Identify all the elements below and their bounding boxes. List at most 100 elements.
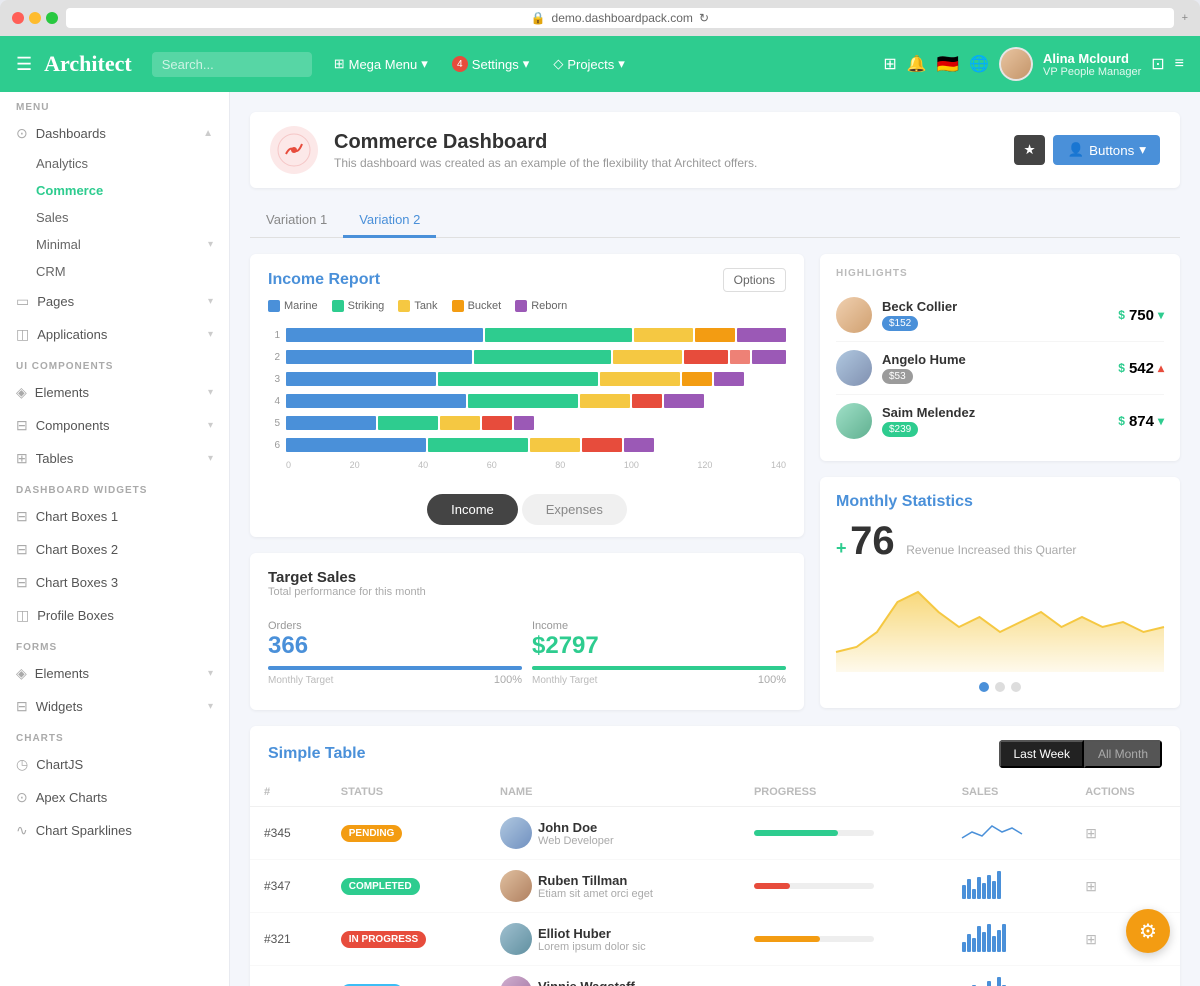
row-id: #347 <box>250 860 327 913</box>
bar-seg-striking <box>485 328 633 342</box>
bell-icon[interactable]: 🔔 <box>907 54 927 74</box>
sidebar-item-crm[interactable]: CRM <box>28 258 229 285</box>
action-grid-icon[interactable]: ⊞ <box>1085 931 1097 947</box>
sidebar-item-components[interactable]: ⊟ Components ▾ <box>0 409 229 442</box>
marine-label: Marine <box>284 300 318 312</box>
search-input[interactable] <box>152 52 312 77</box>
gear-fab[interactable]: ⚙ <box>1126 909 1170 953</box>
beck-avatar <box>836 297 872 333</box>
tab-variation1[interactable]: Variation 1 <box>250 204 343 238</box>
tank-dot <box>398 300 410 312</box>
carousel-dot-1[interactable] <box>979 682 989 692</box>
charts-label: CHARTS <box>0 723 229 748</box>
filter-all-month[interactable]: All Month <box>1084 740 1162 768</box>
table-filter-group: Last Week All Month <box>999 740 1162 768</box>
sidebar-item-sales[interactable]: Sales <box>28 204 229 231</box>
user-menu-icon[interactable]: ⊡ <box>1151 54 1164 74</box>
sidebar-item-forms-elements[interactable]: ◈ Elements ▾ <box>0 657 229 690</box>
carousel-dot-3[interactable] <box>1011 682 1021 692</box>
row-sub: Etiam sit amet orci eget <box>538 888 653 900</box>
legend-tank: Tank <box>398 300 437 312</box>
bar-row-4: 4 <box>268 394 786 408</box>
page-header-actions: ★ 👤 Buttons ▾ <box>1014 135 1160 165</box>
sidebar-item-pages[interactable]: ▭ Pages ▾ <box>0 285 229 318</box>
globe-icon[interactable]: 🌐 <box>969 54 989 74</box>
megamenu-btn[interactable]: ⊞ Mega Menu ▾ <box>324 51 438 77</box>
sidebar-item-dashboards[interactable]: ⊙ Dashboards ▲ <box>0 117 229 150</box>
top-nav: ☰ Architect ⊞ Mega Menu ▾ 4 Settings ▾ ◇… <box>0 36 1200 92</box>
sidebar-item-chart-boxes-3[interactable]: ⊟ Chart Boxes 3 <box>0 566 229 599</box>
target-metrics: Orders 366 Monthly Target 100% <box>268 612 786 694</box>
chartjs-icon: ◷ <box>16 756 28 773</box>
buttons-dropdown[interactable]: 👤 Buttons ▾ <box>1053 135 1160 165</box>
monthly-stats-card: Monthly Statistics + 76 Revenue Increase… <box>820 477 1180 708</box>
progress-bar <box>754 936 874 942</box>
tab-variation2[interactable]: Variation 2 <box>343 204 436 238</box>
col-actions: Actions <box>1071 778 1180 807</box>
row-sub: Lorem ipsum dolor sic <box>538 941 646 953</box>
settings-btn[interactable]: 4 Settings ▾ <box>442 51 540 77</box>
more-icon[interactable]: ≡ <box>1175 55 1184 73</box>
forms-widgets-icon: ⊟ <box>16 698 28 715</box>
chevron-icon: ▾ <box>208 296 213 307</box>
sidebar-item-chart-sparklines[interactable]: ∿ Chart Sparklines <box>0 814 229 847</box>
nav-items: ⊞ Mega Menu ▾ 4 Settings ▾ ◇ Projects ▾ <box>324 51 635 77</box>
chevron-down-icon: ▾ <box>1139 142 1146 158</box>
table-row: #347 COMPLETED Ruben Tillman Etiam sit a… <box>250 860 1180 913</box>
sidebar-item-profile-boxes[interactable]: ◫ Profile Boxes <box>0 599 229 632</box>
sidebar-item-analytics[interactable]: Analytics <box>28 150 229 177</box>
income-toggle[interactable]: Income <box>427 494 518 525</box>
orders-progress-fill <box>268 666 522 670</box>
star-button[interactable]: ★ <box>1014 135 1046 165</box>
highlights-title: HIGHLIGHTS <box>836 268 1164 279</box>
apps-grid-icon[interactable]: ⊞ <box>883 54 896 74</box>
sidebar-item-tables[interactable]: ⊞ Tables ▾ <box>0 442 229 475</box>
beck-amount: $ 750 ▾ <box>1118 307 1164 324</box>
sidebar-item-elements[interactable]: ◈ Elements ▾ <box>0 376 229 409</box>
row-status: COMPLETED <box>327 860 486 913</box>
sidebar-item-chart-boxes-1[interactable]: ⊟ Chart Boxes 1 <box>0 500 229 533</box>
projects-btn[interactable]: ◇ Projects ▾ <box>543 51 635 77</box>
monthly-plus: + <box>836 538 847 558</box>
carousel-dot-2[interactable] <box>995 682 1005 692</box>
sidebar-item-apex-charts[interactable]: ⊙ Apex Charts <box>0 781 229 814</box>
striking-dot <box>332 300 344 312</box>
new-tab-btn[interactable]: + <box>1182 12 1188 24</box>
sidebar-item-forms-widgets[interactable]: ⊟ Widgets ▾ <box>0 690 229 723</box>
row-status: PENDING <box>327 807 486 860</box>
highlight-row-saim: Saim Melendez $239 $ 874 ▾ <box>836 395 1164 447</box>
col-name: Name <box>486 778 740 807</box>
user-info: Alina Mclourd VP People Manager <box>1043 51 1141 78</box>
marine-dot <box>268 300 280 312</box>
status-badge-inprogress: IN PROGRESS <box>341 931 426 948</box>
sidebar-item-chart-boxes-2[interactable]: ⊟ Chart Boxes 2 <box>0 533 229 566</box>
user-avatar[interactable] <box>999 47 1033 81</box>
income-report-card: Income Report Options Marine Striki <box>250 254 804 537</box>
action-grid-icon[interactable]: ⊞ <box>1085 878 1097 894</box>
hamburger-icon[interactable]: ☰ <box>16 54 32 75</box>
orders-target-label: Monthly Target <box>268 675 333 686</box>
sidebar-item-applications[interactable]: ◫ Applications ▾ <box>0 318 229 351</box>
filter-last-week[interactable]: Last Week <box>999 740 1083 768</box>
action-grid-icon[interactable]: ⊞ <box>1085 825 1097 841</box>
target-sales-card: Target Sales Total performance for this … <box>250 553 804 710</box>
row-name-cell: Elliot Huber Lorem ipsum dolor sic <box>486 913 740 966</box>
expenses-toggle[interactable]: Expenses <box>522 494 627 525</box>
reborn-label: Reborn <box>531 300 567 312</box>
row-status: IN PROGRESS <box>327 913 486 966</box>
legend-bucket: Bucket <box>452 300 502 312</box>
bar-seg-tank <box>634 328 693 342</box>
sidebar-item-minimal[interactable]: Minimal ▾ <box>28 231 229 258</box>
row-progress <box>740 807 948 860</box>
options-button[interactable]: Options <box>723 268 786 292</box>
bar-chart: 1 2 <box>250 320 804 482</box>
monthly-stats-title: Monthly Statistics <box>836 493 1164 511</box>
row-avatar-2 <box>500 870 532 902</box>
chevron-down-icon: ▾ <box>618 56 625 72</box>
page-subtitle: This dashboard was created as an example… <box>334 156 998 170</box>
sidebar-item-commerce[interactable]: Commerce <box>28 177 229 204</box>
beck-info: Beck Collier $152 <box>882 299 1108 331</box>
angelo-avatar <box>836 350 872 386</box>
sidebar-item-chartjs[interactable]: ◷ ChartJS <box>0 748 229 781</box>
angelo-amount: $ 542 ▴ <box>1118 360 1164 377</box>
